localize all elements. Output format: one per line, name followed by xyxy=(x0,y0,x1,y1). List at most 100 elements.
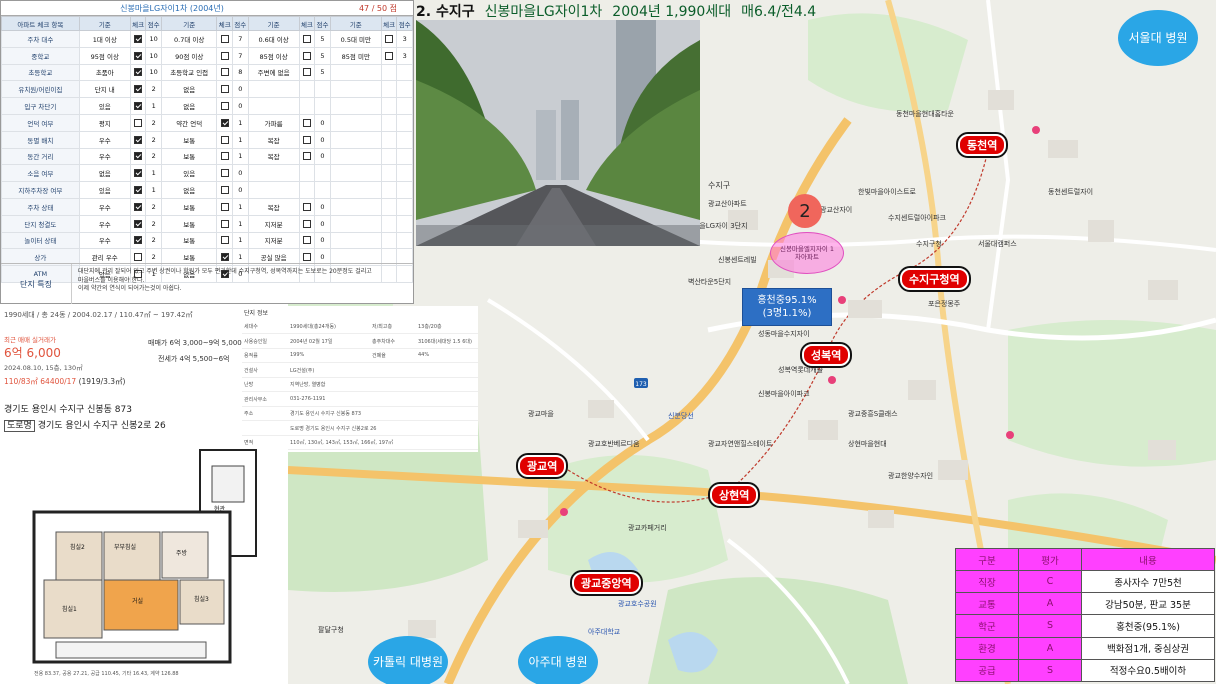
score-cell: 2 xyxy=(145,113,162,132)
criterion: 보통 xyxy=(160,214,218,233)
score-cell: 2 xyxy=(145,231,162,250)
checkbox[interactable] xyxy=(220,202,229,211)
criterion xyxy=(329,63,382,82)
checkbox[interactable] xyxy=(220,152,229,161)
details-value: 경기도 용인시 수지구 신봉동 873 xyxy=(290,411,362,417)
criterion: 우수 xyxy=(78,231,131,250)
station-suji-gucheong[interactable]: 수지구청역 xyxy=(898,266,971,292)
checkbox[interactable] xyxy=(220,102,229,111)
checklist-item: 단지 청결도 xyxy=(1,214,80,233)
checkbox[interactable] xyxy=(302,152,311,161)
score-cell: 0 xyxy=(314,214,331,233)
station-dongcheon[interactable]: 동천역 xyxy=(955,132,1009,158)
check-cell xyxy=(298,197,316,216)
price-per-area: 110/83㎡ 64400/17 (1919/3.3㎡) xyxy=(4,376,126,387)
price-per-area-value: 110/83㎡ 64400/17 xyxy=(4,377,79,386)
target-complex-highlight[interactable]: 신봉마을엘지자이 1차아파트 xyxy=(770,232,844,274)
checkbox[interactable] xyxy=(220,85,229,94)
checkbox[interactable] xyxy=(134,152,143,161)
details-row: 도로명 경기도 용인시 수지구 신봉2로 26 xyxy=(242,422,478,436)
checkbox[interactable] xyxy=(385,34,394,43)
title-number: 2. xyxy=(416,4,432,20)
score-cell xyxy=(396,214,413,233)
checklist-col-header: 점수 xyxy=(232,16,249,31)
road-tag: 도로명 xyxy=(4,420,35,432)
checkbox[interactable] xyxy=(134,253,143,262)
checkbox[interactable] xyxy=(134,236,143,245)
score-cell: 5 xyxy=(314,30,331,48)
checkbox[interactable] xyxy=(302,253,311,262)
checkbox[interactable] xyxy=(302,202,311,211)
checkbox[interactable] xyxy=(220,253,229,262)
details-key: 저/최고층 xyxy=(372,324,393,330)
map-label: 포은정몽주 xyxy=(928,300,961,308)
checklist-col-header: 점수 xyxy=(314,16,331,31)
station-gwanggyo-jungang[interactable]: 광교중앙역 xyxy=(570,570,643,596)
checkbox[interactable] xyxy=(302,219,311,228)
hospital-catholic[interactable]: 카톨릭 대병원 xyxy=(368,636,448,684)
checkbox[interactable] xyxy=(220,118,229,127)
check-cell xyxy=(380,147,398,166)
station-seongbok[interactable]: 성복역 xyxy=(799,342,853,368)
checkbox[interactable] xyxy=(302,34,311,43)
checkbox[interactable] xyxy=(220,68,229,77)
checklist-col-header: 기준 xyxy=(247,16,300,31)
details-key: 용적률 xyxy=(244,353,258,359)
hospital-seoul-national[interactable]: 서울대 병원 xyxy=(1118,10,1198,66)
station-sanghyeon[interactable]: 상현역 xyxy=(707,482,761,508)
check-cell xyxy=(129,197,147,216)
poi-pin xyxy=(838,296,846,304)
check-cell xyxy=(216,63,234,82)
checkbox[interactable] xyxy=(134,135,143,144)
criterion: 0.7대 이상 xyxy=(160,30,218,48)
criterion xyxy=(329,97,382,115)
check-cell xyxy=(380,181,398,199)
checkbox[interactable] xyxy=(302,118,311,127)
checkbox[interactable] xyxy=(134,51,143,60)
criterion: 0.5대 미만 xyxy=(329,30,382,48)
eval-header: 평가 xyxy=(1018,548,1082,571)
checkbox[interactable] xyxy=(134,118,143,127)
checkbox[interactable] xyxy=(134,68,143,77)
checkbox[interactable] xyxy=(302,68,311,77)
details-row: 건설사 LG건설(주) xyxy=(242,364,478,378)
checkbox[interactable] xyxy=(134,202,143,211)
target-marker-number[interactable]: 2 xyxy=(788,194,822,228)
checkbox[interactable] xyxy=(134,102,143,111)
eval-category: 환경 xyxy=(955,636,1019,660)
checkbox[interactable] xyxy=(220,135,229,144)
checkbox[interactable] xyxy=(220,169,229,178)
map-label: 광교호반베르디움 xyxy=(588,440,640,448)
checkbox[interactable] xyxy=(220,51,229,60)
hospital-ajou[interactable]: 아주대 병원 xyxy=(518,636,598,684)
checkbox[interactable] xyxy=(134,186,143,195)
criterion xyxy=(329,80,382,99)
checkbox[interactable] xyxy=(302,236,311,245)
checkbox[interactable] xyxy=(220,236,229,245)
score-cell: 3 xyxy=(396,46,413,65)
complex-features: 단지 특징 대단지에 관리 잘되어 있고 주변 상권이나 학원가 모두 편리한데… xyxy=(1,263,413,304)
check-cell xyxy=(129,147,147,166)
checklist-item: 놀이터 상태 xyxy=(1,231,80,250)
checkbox[interactable] xyxy=(134,219,143,228)
criterion: 우수 xyxy=(78,214,131,233)
checkbox[interactable] xyxy=(302,135,311,144)
score-cell: 1 xyxy=(232,214,249,233)
checkbox[interactable] xyxy=(220,219,229,228)
checkbox[interactable] xyxy=(220,34,229,43)
checkbox[interactable] xyxy=(134,34,143,43)
score-cell xyxy=(396,164,413,183)
checklist-row: 입구 차단기 있음 1 없음 0 xyxy=(1,97,413,115)
checkbox[interactable] xyxy=(220,186,229,195)
check-cell xyxy=(298,181,316,199)
checkbox[interactable] xyxy=(134,169,143,178)
target-complex-label: 신봉마을엘지자이 1차아파트 xyxy=(779,245,835,261)
checkbox[interactable] xyxy=(134,85,143,94)
eval-header: 내용 xyxy=(1081,548,1215,571)
details-row: 난방 지역난방, 열병합 xyxy=(242,378,478,392)
checkbox[interactable] xyxy=(385,51,394,60)
checkbox[interactable] xyxy=(302,51,311,60)
score-cell: 10 xyxy=(145,30,162,48)
station-gwanggyo[interactable]: 광교역 xyxy=(515,453,569,479)
check-cell xyxy=(298,63,316,82)
